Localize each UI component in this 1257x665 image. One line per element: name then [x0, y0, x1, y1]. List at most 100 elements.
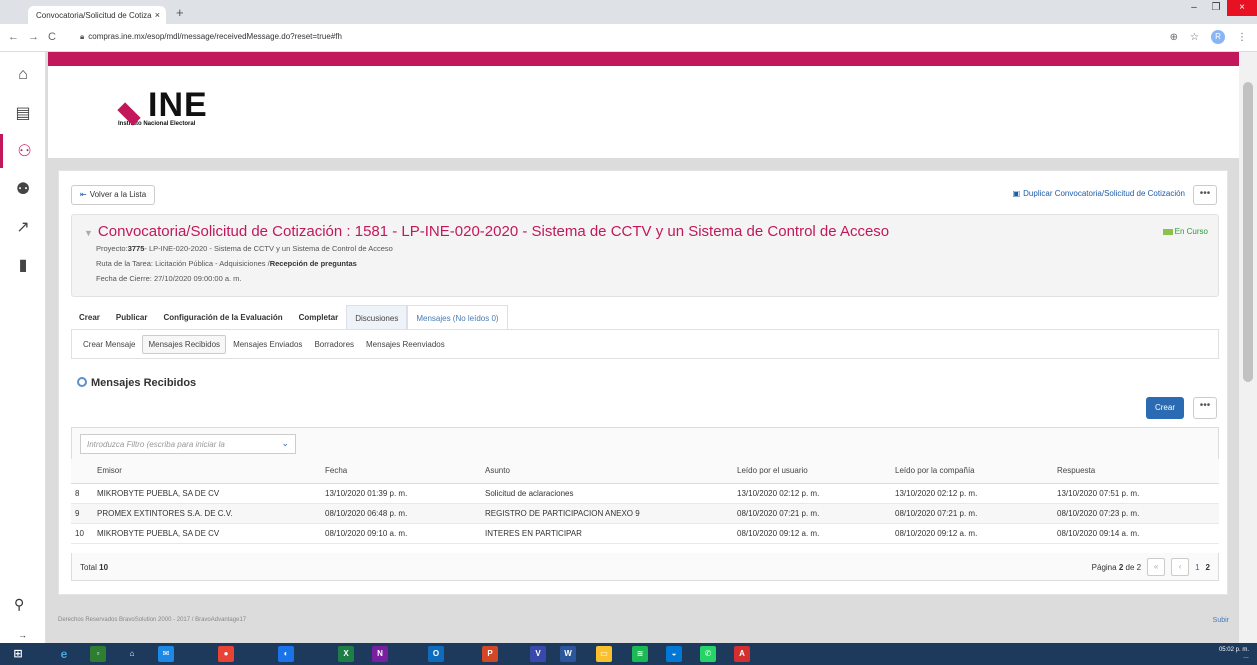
edge-new-icon[interactable]: ◒ [666, 646, 682, 662]
sourcing-icon[interactable]: ⚇ [0, 134, 46, 168]
new-tab-button[interactable]: + [176, 5, 184, 20]
cell-emisor[interactable]: MIKROBYTE PUEBLA, SA DE CV [93, 523, 321, 544]
page-scrollbar[interactable] [1239, 52, 1257, 643]
col-fecha[interactable]: Fecha [321, 459, 481, 484]
file-explorer-icon[interactable]: ▭ [596, 646, 612, 662]
table-row[interactable]: 9 PROMEX EXTINTORES S.A. DE C.V. 08/10/2… [71, 503, 1219, 524]
vnc-icon[interactable]: V [530, 646, 546, 662]
subtab-mensajes-recibidos[interactable]: Mensajes Recibidos [142, 334, 227, 354]
col-leido-compania[interactable]: Leído por la compañía [891, 459, 1053, 484]
page-link-1[interactable]: 1 [1195, 563, 1199, 572]
brand-bar [48, 52, 1239, 66]
reload-icon[interactable]: C [48, 31, 56, 43]
forward-arrow-icon[interactable]: → [28, 31, 39, 43]
tab-mensajes[interactable]: Mensajes (No leídos 0) [407, 305, 508, 329]
event-title[interactable]: ▼ Convocatoria/Solicitud de Cotización : … [84, 223, 889, 240]
table-row[interactable]: 10 MIKROBYTE PUEBLA, SA DE CV 08/10/2020… [71, 523, 1219, 544]
back-arrow-icon[interactable]: ← [8, 31, 19, 43]
cell-leido-usuario: 08/10/2020 09:12 a. m. [733, 523, 891, 544]
subtab-crear-mensaje[interactable]: Crear Mensaje [78, 336, 140, 353]
scroll-top-link[interactable]: Subir [1213, 617, 1229, 624]
first-page-icon[interactable]: « [1147, 558, 1166, 576]
powerpoint-icon[interactable]: P [482, 646, 498, 662]
project-line: Proyecto:3775- LP-INE-020-2020 - Sistema… [96, 244, 393, 253]
suppliers-icon[interactable]: ⚉ [0, 172, 46, 206]
outlook-icon[interactable]: O [428, 646, 444, 662]
main-content: ⇤ Volver a la Lista ▣ Duplicar Convocatori… [58, 170, 1228, 595]
copyright-text: Derechos Reservados BravoSolution 2000 -… [58, 617, 247, 623]
spotify-icon[interactable]: ≋ [632, 646, 648, 662]
col-respuesta[interactable]: Respuesta [1053, 459, 1219, 484]
word-icon[interactable]: W [560, 646, 576, 662]
duplicate-link[interactable]: ▣ Duplicar Convocatoria/Solicitud de Coti… [1013, 189, 1185, 198]
home-icon[interactable]: ⌂ [0, 58, 46, 92]
logo-text: INE [148, 86, 208, 124]
search-icon[interactable]: ⚲ [14, 596, 24, 613]
address-actions: ⊕ ☆ R ⋮ [1170, 30, 1247, 44]
subtab-mensajes-enviados[interactable]: Mensajes Enviados [228, 336, 307, 353]
home-taskbar-icon[interactable]: ⌂ [124, 646, 140, 662]
total-count: Total 10 [80, 563, 108, 572]
col-emisor[interactable]: Emisor [93, 459, 321, 484]
cell-asunto[interactable]: INTERES EN PARTICIPAR [481, 523, 733, 544]
more-list-actions-button[interactable]: ••• [1193, 397, 1217, 419]
create-message-button[interactable]: Crear [1146, 397, 1184, 419]
cell-asunto[interactable]: REGISTRO DE PARTICIPACION ANEXO 9 [481, 503, 733, 524]
filter-input[interactable]: Introduzca Filtro (escriba para iniciar … [80, 434, 296, 454]
excel-icon[interactable]: X [338, 646, 354, 662]
tab-crear[interactable]: Crear [71, 305, 108, 329]
page-of: de 2 [1125, 562, 1142, 572]
bookmark-star-icon[interactable]: ☆ [1190, 32, 1199, 43]
maximize-button[interactable]: ❐ [1205, 0, 1227, 16]
system-clock[interactable]: 05:02 p. m. … [1219, 647, 1249, 661]
scrollbar-thumb[interactable] [1243, 82, 1253, 382]
browser-tab-strip: Convocatoria/Solicitud de Cotiza × + – ❐… [0, 0, 1257, 24]
tab-discusiones[interactable]: Discusiones [346, 305, 408, 329]
page-current: 2 [1118, 562, 1124, 572]
expand-arrow-icon[interactable]: → [18, 630, 27, 640]
subtab-borradores[interactable]: Borradores [309, 336, 359, 353]
cell-asunto[interactable]: Solicitud de aclaraciones [481, 483, 733, 504]
page-link-2[interactable]: 2 [1206, 563, 1210, 572]
acrobat-icon[interactable]: A [734, 646, 750, 662]
prev-page-icon[interactable]: ‹ [1171, 558, 1190, 576]
chevron-down-icon[interactable]: ⌄ [281, 438, 289, 449]
windows-start-icon[interactable]: ⊞ [10, 646, 26, 662]
edge-icon[interactable]: e [56, 646, 72, 662]
more-actions-button[interactable]: ••• [1193, 185, 1217, 205]
browser-icon[interactable]: ◐ [278, 646, 294, 662]
cell-emisor[interactable]: MIKROBYTE PUEBLA, SA DE CV [93, 483, 321, 504]
analytics-icon[interactable]: ↗ [0, 210, 46, 244]
minimize-button[interactable]: – [1183, 0, 1205, 16]
mail-icon[interactable]: ✉ [158, 646, 174, 662]
url-field[interactable]: 🔒︎ compras.ine.mx/esop/mdl/message/receiv… [80, 32, 342, 42]
zoom-icon[interactable]: ⊕ [1170, 32, 1178, 43]
tab-configuracion[interactable]: Configuración de la Evaluación [155, 305, 290, 329]
tab-completar[interactable]: Completar [291, 305, 347, 329]
back-to-list-button[interactable]: ⇤ Volver a la Lista [71, 185, 156, 205]
status-icon [1162, 228, 1173, 235]
subtab-mensajes-reenviados[interactable]: Mensajes Reenviados [361, 336, 450, 353]
col-asunto[interactable]: Asunto [481, 459, 733, 484]
cell-emisor[interactable]: PROMEX EXTINTORES S.A. DE C.V. [93, 503, 321, 524]
col-leido-usuario[interactable]: Leído por el usuario [733, 459, 891, 484]
filter-placeholder: Introduzca Filtro (escriba para iniciar … [87, 440, 225, 449]
app-icon[interactable]: ▫ [90, 646, 106, 662]
documents-icon[interactable]: ▮ [0, 248, 46, 282]
tab-publicar[interactable]: Publicar [108, 305, 156, 329]
collapse-caret-icon[interactable]: ▼ [84, 228, 93, 238]
page-label: Página [1091, 562, 1117, 572]
cell-leido-compania: 08/10/2020 07:21 p. m. [891, 503, 1053, 524]
whatsapp-icon[interactable]: ✆ [700, 646, 716, 662]
browser-tab[interactable]: Convocatoria/Solicitud de Cotiza × [28, 6, 166, 24]
tab-close-icon[interactable]: × [155, 10, 160, 20]
close-window-button[interactable]: × [1227, 0, 1257, 16]
dashboard-icon[interactable]: ▤ [0, 96, 46, 130]
chrome-icon[interactable]: ● [218, 646, 234, 662]
onenote-icon[interactable]: N [372, 646, 388, 662]
total-value: 10 [99, 563, 109, 572]
profile-avatar[interactable]: R [1211, 30, 1225, 44]
menu-dots-icon[interactable]: ⋮ [1237, 32, 1247, 43]
table-row[interactable]: 8 MIKROBYTE PUEBLA, SA DE CV 13/10/2020 … [71, 483, 1219, 504]
app-sidebar: ⌂ ▤ ⚇ ⚉ ↗ ▮ [0, 52, 46, 643]
